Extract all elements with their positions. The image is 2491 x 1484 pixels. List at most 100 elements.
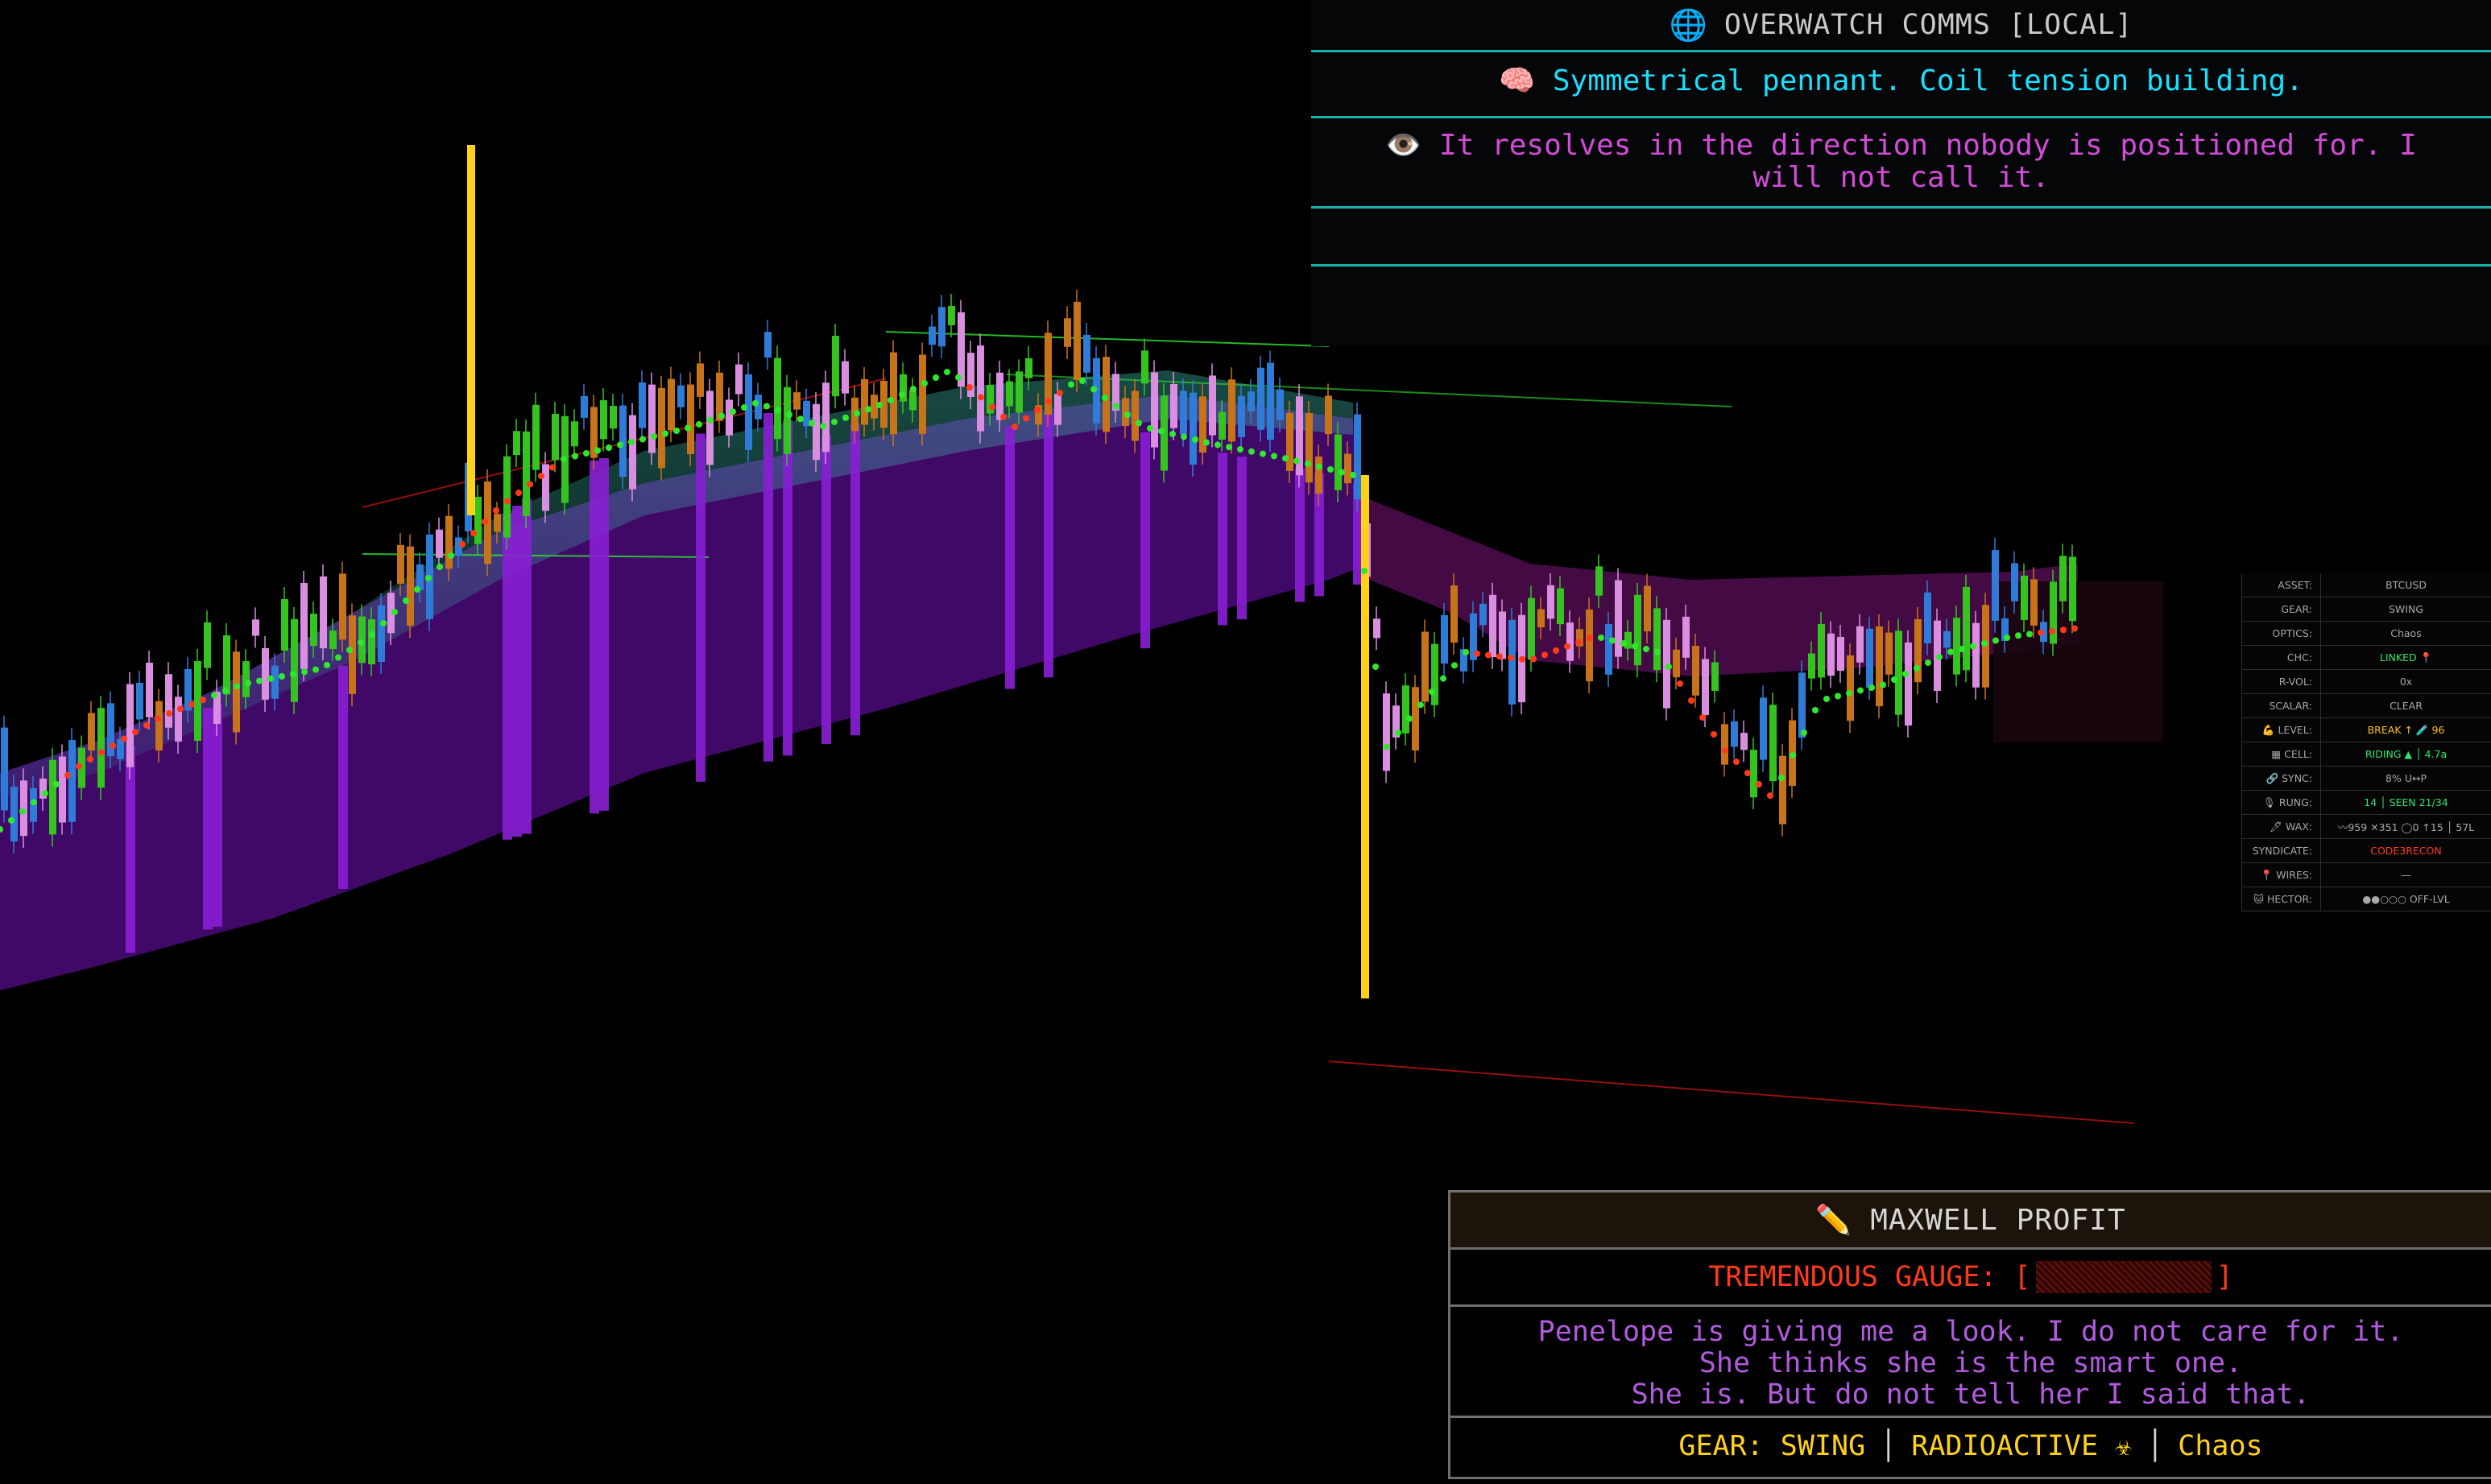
candle-body — [349, 615, 356, 694]
right-box — [1993, 581, 2162, 742]
trail-dot — [1846, 690, 1852, 697]
trail-dot — [628, 439, 635, 445]
candle-body — [1083, 334, 1090, 373]
maxwell-header: ✏️ MAXWELL PROFIT — [1450, 1193, 2491, 1250]
stats-key: 🎙 RUNG: — [2242, 791, 2321, 814]
candle-body — [1547, 585, 1554, 619]
candle-body — [1315, 456, 1322, 494]
candle-body — [242, 661, 250, 697]
optics-text: Chaos — [2178, 1430, 2263, 1462]
candle-body — [610, 406, 617, 429]
trail-dot — [346, 647, 353, 654]
trail-dot — [741, 404, 747, 411]
candle-body — [281, 599, 288, 651]
candle-body — [136, 682, 143, 720]
candle-body — [1905, 642, 1912, 726]
candle-body — [1325, 395, 1332, 435]
stats-table: ASSET: BTCUSD GEAR: SWING OPTICS: Chaos CHC: LI… — [2241, 573, 2491, 911]
candle-body — [513, 431, 520, 456]
maxwell-title: MAXWELL PROFIT — [1870, 1203, 2126, 1237]
trail-dot — [143, 721, 150, 729]
candle-body — [397, 544, 404, 584]
candle-body — [1557, 588, 1564, 625]
stats-key: 💪 LEVEL: — [2242, 718, 2321, 742]
trail-dot — [921, 380, 928, 387]
trail-dot — [1350, 472, 1356, 478]
candle-body — [890, 352, 897, 435]
candle-body — [49, 759, 56, 835]
trail-dot — [572, 453, 578, 460]
candle-body — [436, 529, 443, 558]
candle-body — [117, 738, 124, 759]
trail-dot — [673, 428, 680, 434]
trail-dot — [1293, 457, 1300, 465]
candle-body — [474, 497, 482, 544]
trail-dot — [876, 402, 883, 408]
candle-body — [368, 619, 375, 664]
stats-key: SYNDICATE: — [2242, 839, 2321, 862]
candle-body — [1866, 628, 1873, 688]
candle-body — [1798, 672, 1806, 738]
candle-body — [571, 421, 578, 447]
trail-dot — [1835, 692, 1841, 700]
trail-dot — [403, 597, 409, 604]
trail-dot — [87, 755, 93, 763]
trail-dot — [391, 609, 398, 615]
trail-dot — [188, 701, 195, 708]
stats-value: BTCUSD — [2385, 579, 2427, 591]
trail-dot — [1102, 395, 1108, 401]
stats-value: BREAK ↑ 🧪 96 — [2367, 723, 2445, 736]
trail-dot — [98, 749, 105, 756]
stats-key-label: SYNC: — [2282, 772, 2312, 784]
trail-dot — [1474, 650, 1480, 657]
trail-dot — [448, 552, 454, 559]
trail-dot — [888, 397, 894, 403]
candle-body — [832, 335, 839, 397]
stats-icon: 💪 — [2261, 723, 2275, 736]
trail-dot — [312, 666, 319, 673]
gauge-bar — [2035, 1261, 2212, 1293]
candle-body — [1673, 649, 1680, 678]
candle-body — [842, 361, 849, 394]
candle-body — [1170, 384, 1177, 428]
trail-dot — [2060, 626, 2067, 634]
trendline — [885, 331, 1330, 347]
trail-dot — [2026, 630, 2033, 638]
trail-dot — [245, 680, 251, 687]
candle-body — [929, 326, 936, 345]
gauge-label: TREMENDOUS GAUGE: [ — [1708, 1261, 2031, 1293]
trail-dot — [1587, 635, 1593, 642]
candle-body — [97, 708, 105, 788]
volume-bar — [203, 708, 213, 930]
trail-dot — [459, 541, 466, 548]
candle-body — [2050, 581, 2057, 644]
trail-dot — [786, 411, 792, 418]
stats-key-label: SCALAR: — [2269, 700, 2312, 712]
stats-icon: 🐱 — [2253, 893, 2264, 905]
candle-body — [1595, 566, 1603, 596]
trail-dot — [1620, 640, 1627, 647]
trail-dot — [1530, 655, 1537, 663]
candle-body — [784, 387, 791, 454]
candle-body — [20, 780, 27, 837]
trail-dot — [76, 763, 82, 770]
comms-header: 🌐 OVERWATCH COMMS [LOCAL] — [1311, 0, 2491, 52]
volume-bar — [763, 413, 773, 762]
trail-dot — [1970, 643, 1976, 650]
trail-dot — [1857, 687, 1864, 694]
trail-dot — [1823, 696, 1830, 702]
trail-dot — [1778, 775, 1785, 781]
trail-dot — [752, 399, 759, 407]
trail-dot — [1902, 671, 1909, 677]
volume-bar — [850, 424, 860, 736]
trail-dot — [53, 781, 60, 787]
candle-body — [919, 354, 926, 434]
candle-body — [1721, 724, 1728, 765]
candle-body — [735, 364, 743, 395]
candle-body — [1489, 594, 1496, 657]
globe-icon: 🌐 — [1669, 6, 1708, 43]
brain-icon: 🧠 — [1499, 64, 1535, 97]
trail-dot — [335, 654, 341, 661]
candle-body — [948, 305, 955, 325]
candle-body — [1248, 391, 1255, 411]
